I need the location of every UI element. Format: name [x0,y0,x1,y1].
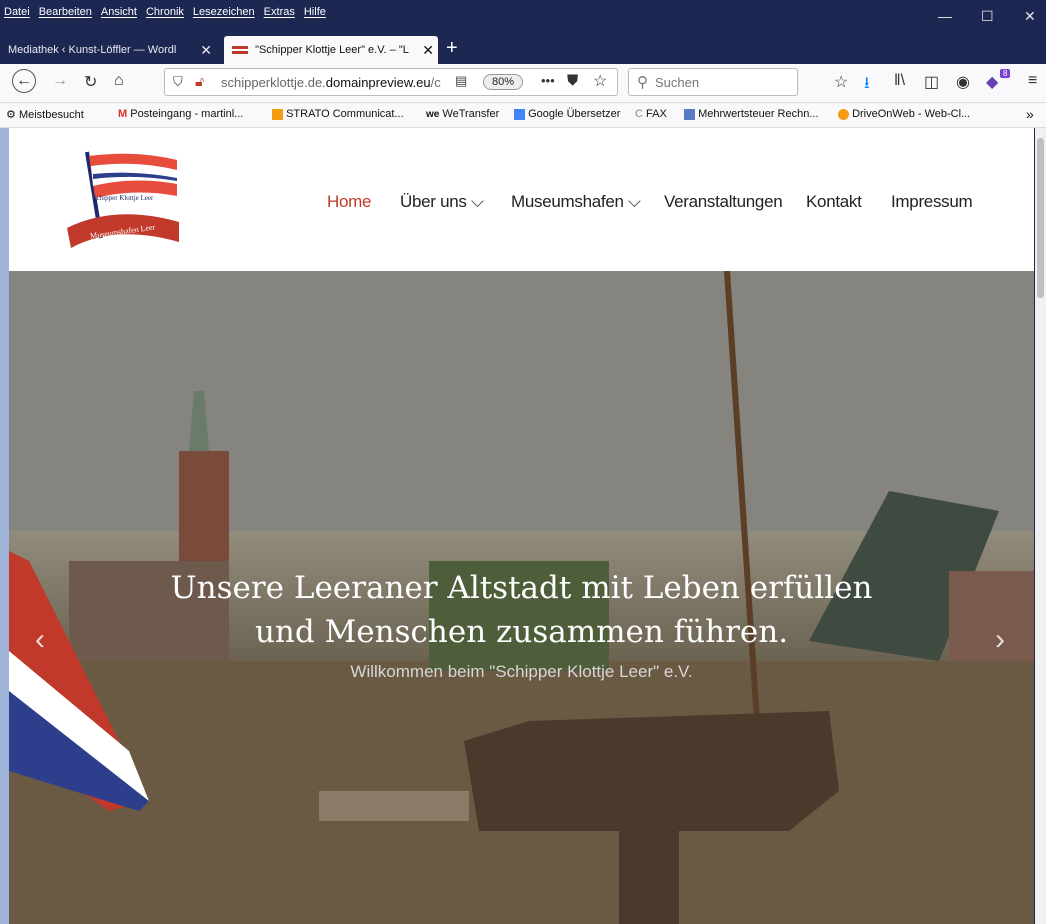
fax-icon: C [635,108,643,120]
extension-icon[interactable]: ◆ [986,72,998,92]
url-domain: schipperklottje.de. [221,75,326,90]
nav-ueber-uns[interactable]: Über uns ⌵ [400,192,484,212]
bookmarks-toolbar-icon[interactable]: ☆ [834,72,848,92]
menu-lesezeichen[interactable]: Lesezeichen [193,6,255,18]
wetransfer-icon: we [426,109,440,120]
bookmark-star-icon[interactable]: ☆ [593,71,607,91]
page-actions-icon[interactable]: ••• [541,73,555,88]
slider-prev-icon[interactable]: ‹ [35,623,45,657]
bookmark-google-uebersetzer[interactable]: Google Übersetzer [514,108,620,120]
tab-schipper-klottje[interactable]: "Schipper Klottje Leer" e.V. – "L ✕ [224,36,438,64]
site-header: Schipper Klottje Leer Museumshafen Leer … [9,128,1034,271]
hero-slider: Unsere Leeraner Altstadt mit Leben erfül… [9,271,1034,924]
back-button[interactable]: ← [12,69,36,93]
bookmark-meistbesucht[interactable]: ⚙ Meistbesucht [6,108,84,121]
bookmark-label: Meistbesucht [18,109,84,121]
search-input[interactable]: ⚲ Suchen [628,68,798,96]
web-page: Schipper Klottje Leer Museumshafen Leer … [9,128,1034,924]
insecure-lock-icon[interactable]: 🔓︎ [195,73,204,90]
calculator-icon [684,108,695,120]
site-favicon-icon [232,46,248,55]
account-icon[interactable]: ◉ [956,72,970,92]
home-icon[interactable]: ⌂ [114,72,124,90]
zoom-indicator[interactable]: 80% [483,74,524,90]
close-tab-icon[interactable]: ✕ [200,36,212,64]
minimize-button[interactable]: — [938,8,952,24]
menu-bearbeiten[interactable]: Bearbeiten [39,6,92,18]
hero-title-line1: Unsere Leeraner Altstadt mit Leben erfül… [170,570,873,606]
close-tab-icon[interactable]: ✕ [419,36,434,64]
hero-subtitle: Willkommen beim "Schipper Klottje Leer" … [350,662,693,681]
menu-datei[interactable]: Datei [4,6,30,18]
bookmarks-bar: ⚙ Meistbesucht M Posteingang - martinl..… [0,103,1046,128]
strato-icon [272,108,283,120]
search-icon: ⚲ [637,74,648,91]
downloads-icon[interactable]: ⭳ [864,72,870,99]
slider-next-icon[interactable]: › [995,623,1005,657]
bookmark-wetransfer[interactable]: we WeTransfer [426,108,499,120]
menu-bar: Datei Bearbeiten Ansicht Chronik Lesezei… [0,0,1046,34]
bookmark-label: Mehrwertsteuer Rechn... [698,108,819,120]
gmail-icon: M [118,108,128,120]
bookmark-label: FAX [646,108,667,120]
menu-chronik[interactable]: Chronik [146,6,184,18]
nav-kontakt[interactable]: Kontakt [806,192,862,212]
bookmark-label: STRATO Communicat... [286,108,404,120]
library-icon[interactable]: ‖\ [894,72,905,90]
url-tail: /c [430,75,441,90]
bookmark-strato[interactable]: STRATO Communicat... [272,108,404,120]
new-tab-button[interactable]: + [446,34,458,62]
nav-museumshafen[interactable]: Museumshafen ⌵ [511,192,641,212]
bookmarks-overflow-icon[interactable]: » [1026,106,1034,122]
tab-mediathek[interactable]: Mediathek ‹ Kunst-Löffler — Wordl ✕ [8,36,216,64]
close-window-button[interactable]: ✕ [1024,8,1036,25]
tab-bar: Mediathek ‹ Kunst-Löffler — Wordl ✕ "Sch… [0,34,1046,64]
gear-icon: ⚙ [6,109,16,121]
url-highlight: domainpreview.eu [325,75,431,90]
pocket-icon[interactable]: ⛊ [567,72,578,89]
nav-impressum[interactable]: Impressum [891,192,973,212]
reader-view-icon[interactable]: ▤ [455,73,467,89]
extension-badge: 8 [1000,69,1011,78]
maximize-button[interactable]: ☐ [981,8,994,25]
bookmark-driveonweb[interactable]: DriveOnWeb - Web-Cl... [838,108,970,120]
hamburger-menu-icon[interactable]: ≡ [1028,72,1037,90]
url-bar[interactable]: ⛉ 🔓︎ schipperklottje.de.domainpreview.eu… [164,68,618,96]
desktop-edge [0,128,9,924]
shield-icon[interactable]: ⛉ [173,74,183,90]
bookmark-mehrwertsteuer[interactable]: Mehrwertsteuer Rechn... [684,108,819,120]
translate-icon [514,108,525,120]
driveonweb-icon [838,108,849,120]
menu-extras[interactable]: Extras [264,6,295,18]
bookmark-fax[interactable]: C FAX [635,108,667,120]
url-text[interactable]: schipperklottje.de.domainpreview.eu/c [221,75,441,90]
site-logo[interactable]: Schipper Klottje Leer Museumshafen Leer [65,148,185,256]
nav-veranstaltungen[interactable]: Veranstaltungen [664,192,783,212]
navigation-toolbar: ← → ↻ ⌂ ⛉ 🔓︎ schipperklottje.de.domainpr… [0,64,1046,103]
tab-label: "Schipper Klottje Leer" e.V. – "L [255,44,409,56]
tab-label: Mediathek ‹ Kunst-Löffler — Wordl [8,44,177,56]
bookmark-label: WeTransfer [442,108,500,120]
nav-home[interactable]: Home [327,192,371,212]
bookmark-posteingang[interactable]: M Posteingang - martinl... [118,108,243,120]
bookmark-label: Google Übersetzer [528,108,621,120]
page-scrollbar[interactable] [1035,128,1046,924]
reload-button[interactable]: ↻ [84,72,97,92]
logo-text-top: Schipper Klottje Leer [93,194,154,202]
menu-hilfe[interactable]: Hilfe [304,6,326,18]
bookmark-label: DriveOnWeb - Web-Cl... [852,108,971,120]
sidebar-icon[interactable]: ◫ [924,72,939,92]
forward-button[interactable]: → [52,72,68,90]
browser-window: Datei Bearbeiten Ansicht Chronik Lesezei… [0,0,1046,924]
bookmark-label: Posteingang - martinl... [130,108,244,120]
search-placeholder: Suchen [655,75,700,90]
hero-title-line2: und Menschen zusammen führen. [254,614,789,650]
menu-ansicht[interactable]: Ansicht [101,6,137,18]
scrollbar-thumb[interactable] [1037,138,1044,298]
